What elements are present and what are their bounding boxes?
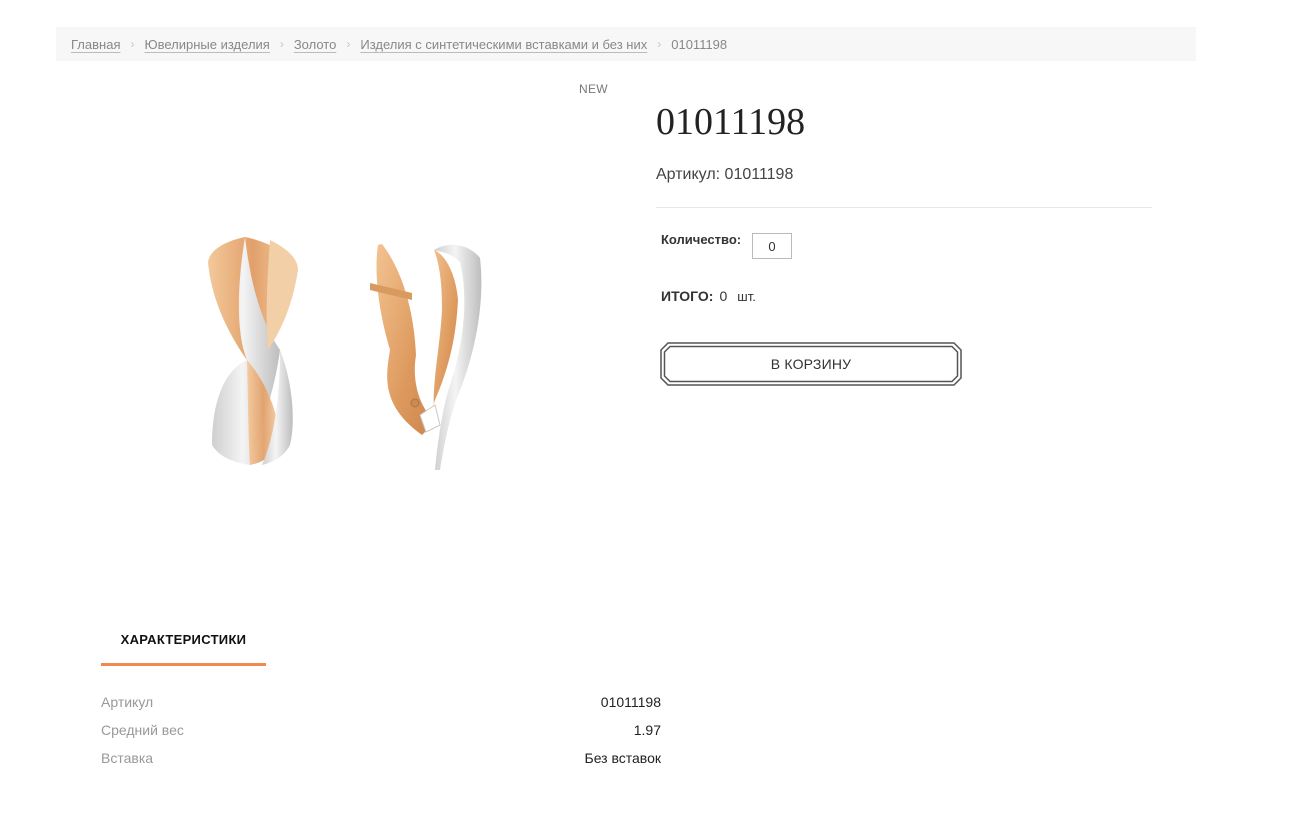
total-label: ИТОГО: bbox=[661, 288, 714, 304]
breadcrumb-link-home[interactable]: Главная bbox=[71, 37, 120, 52]
total-unit: шт. bbox=[737, 289, 756, 304]
breadcrumb-current: 01011198 bbox=[671, 36, 728, 52]
tab-characteristics[interactable]: ХАРАКТЕРИСТИКИ bbox=[101, 622, 266, 666]
total-value: 0 bbox=[719, 288, 728, 304]
add-to-cart-button[interactable]: В КОРЗИНУ bbox=[660, 342, 962, 386]
spec-value: 01011198 bbox=[600, 694, 661, 710]
product-title: 01011198 bbox=[656, 101, 806, 143]
article-number: Артикул: 01011198 bbox=[656, 166, 794, 183]
breadcrumb-link-category[interactable]: Изделия с синтетическими вставками и без… bbox=[360, 37, 647, 52]
spec-row: Средний вес 1.97 bbox=[101, 722, 661, 742]
breadcrumb-separator-icon: › bbox=[657, 37, 662, 51]
breadcrumb-separator-icon: › bbox=[130, 37, 135, 51]
earring-side bbox=[370, 244, 482, 470]
new-badge: NEW bbox=[579, 82, 608, 96]
breadcrumb-separator-icon: › bbox=[346, 37, 351, 51]
spec-name: Средний вес bbox=[101, 722, 184, 738]
add-to-cart-label: В КОРЗИНУ bbox=[770, 356, 852, 372]
quantity-input[interactable] bbox=[752, 233, 792, 259]
breadcrumb: Главная › Ювелирные изделия › Золото › И… bbox=[56, 27, 1196, 61]
divider bbox=[656, 207, 1152, 208]
spec-value: 1.97 bbox=[633, 722, 661, 738]
quantity-label: Количество: bbox=[661, 232, 742, 247]
breadcrumb-separator-icon: › bbox=[279, 37, 284, 51]
breadcrumb-link-jewelry[interactable]: Ювелирные изделия bbox=[144, 37, 269, 52]
spec-row: Артикул 01011198 bbox=[101, 694, 661, 714]
earrings-image bbox=[208, 237, 482, 470]
spec-name: Артикул bbox=[101, 694, 154, 710]
spec-name: Вставка bbox=[101, 750, 154, 766]
spec-value: Без вставок bbox=[584, 750, 662, 766]
spec-row: Вставка Без вставок bbox=[101, 750, 661, 770]
total: ИТОГО: 0 шт. bbox=[661, 288, 756, 304]
product-image[interactable] bbox=[150, 200, 570, 510]
earring-front bbox=[208, 237, 298, 465]
breadcrumb-link-gold[interactable]: Золото bbox=[294, 37, 337, 52]
